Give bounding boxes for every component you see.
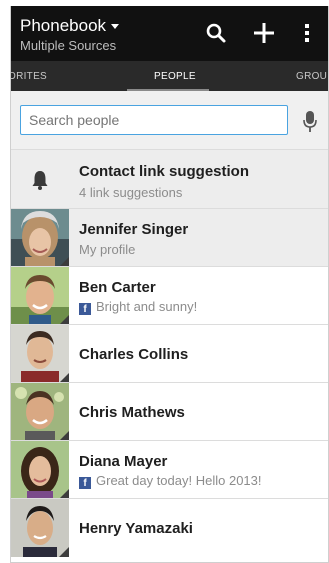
contact-link-suggestion[interactable]: Contact link suggestion 4 link suggestio… <box>11 149 328 209</box>
contact-status-line: f Great day today! Hello 2013! <box>79 473 262 489</box>
avatar <box>11 499 69 557</box>
avatar <box>11 209 69 267</box>
contact-status: My profile <box>79 242 136 257</box>
contact-row-jennifer-singer[interactable]: Jennifer Singer My profile <box>11 208 328 267</box>
facebook-icon: f <box>79 477 91 489</box>
tab-groups[interactable]: GROU <box>296 71 327 82</box>
avatar <box>11 441 69 499</box>
phonebook-screen: Phonebook Multiple Sources ORITES PEOPLE… <box>10 6 329 563</box>
contact-name: Henry Yamazaki <box>79 520 193 537</box>
source-selector[interactable]: Phonebook <box>20 16 120 36</box>
tab-people[interactable]: PEOPLE <box>154 71 196 82</box>
avatar <box>11 325 69 383</box>
microphone-icon[interactable] <box>303 111 317 138</box>
contact-row-diana-mayer[interactable]: Diana Mayer f Great day today! Hello 2013… <box>11 440 328 499</box>
contact-status: Great day today! Hello 2013! <box>96 473 262 488</box>
bell-icon <box>31 170 49 195</box>
dropdown-caret-icon <box>111 24 120 30</box>
avatar <box>11 267 69 325</box>
app-subtitle: Multiple Sources <box>20 38 117 53</box>
app-title: Phonebook <box>20 16 107 35</box>
contact-name: Ben Carter <box>79 279 156 296</box>
suggestion-subtitle: 4 link suggestions <box>79 185 183 200</box>
contact-row-charles-collins[interactable]: Charles Collins <box>11 324 328 383</box>
add-icon[interactable] <box>251 20 277 46</box>
avatar <box>11 383 69 441</box>
contact-name: Charles Collins <box>79 346 189 363</box>
suggestion-title: Contact link suggestion <box>79 163 250 180</box>
search-box[interactable] <box>20 105 288 135</box>
contact-status: Bright and sunny! <box>96 299 198 314</box>
search-icon[interactable] <box>203 20 229 46</box>
search-input[interactable] <box>29 107 279 133</box>
tab-bar: ORITES PEOPLE GROU <box>11 61 328 91</box>
contact-name: Jennifer Singer <box>79 221 189 238</box>
overflow-menu-icon[interactable] <box>301 20 313 46</box>
contact-name: Chris Mathews <box>79 404 185 421</box>
contact-name: Diana Mayer <box>79 453 168 470</box>
contact-row-ben-carter[interactable]: Ben Carter f Bright and sunny! <box>11 266 328 325</box>
action-bar: Phonebook Multiple Sources <box>11 6 328 61</box>
contact-status-line: f Bright and sunny! <box>79 299 197 315</box>
tab-favorites[interactable]: ORITES <box>11 71 47 82</box>
contact-row-henry-yamazaki[interactable]: Henry Yamazaki <box>11 498 328 557</box>
avatar-corner <box>59 547 69 557</box>
search-bar <box>11 91 328 155</box>
contact-row-chris-mathews[interactable]: Chris Mathews <box>11 382 328 441</box>
facebook-icon: f <box>79 303 91 315</box>
